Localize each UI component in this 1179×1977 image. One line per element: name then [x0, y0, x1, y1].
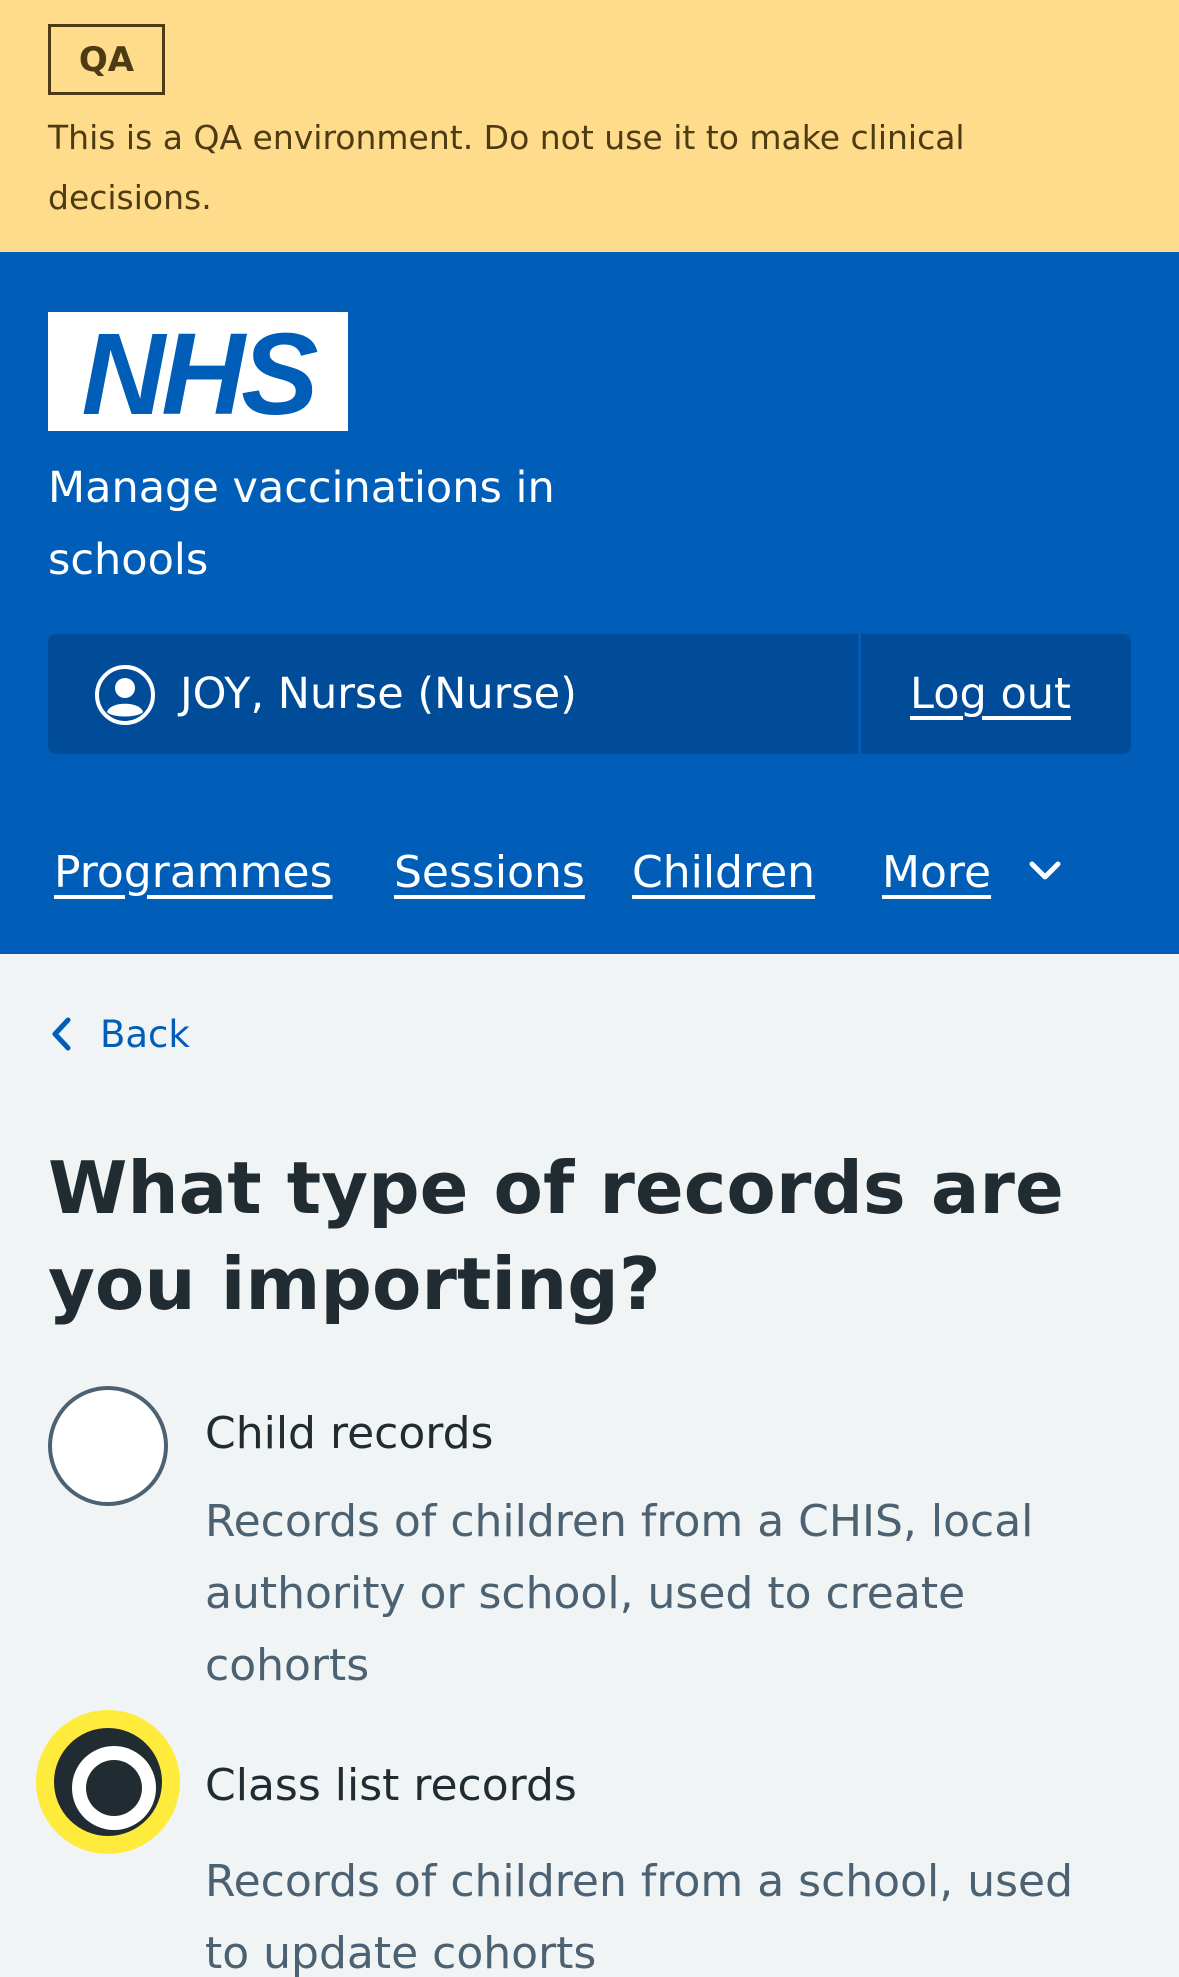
nav-item-children[interactable]: Children — [632, 822, 815, 922]
chevron-down-icon[interactable] — [1026, 852, 1064, 890]
qa-tag: QA — [48, 24, 165, 95]
qa-warning-text: This is a QA environment. Do not use it … — [48, 118, 965, 217]
primary-navigation: Programmes Sessions Children More — [0, 822, 1179, 922]
chevron-left-icon — [52, 1017, 71, 1051]
radio-button-child-records[interactable] — [48, 1386, 168, 1506]
radio-hint: Records of children from a CHIS, local a… — [205, 1496, 1034, 1691]
account-bar: JOY, Nurse (Nurse) Log out — [48, 634, 1131, 754]
user-icon — [95, 665, 155, 725]
site-header: NHS Manage vaccinations in schools JOY, … — [0, 252, 1179, 954]
logout-link[interactable]: Log out — [910, 634, 1071, 754]
radio-button-class-list-records[interactable] — [54, 1728, 162, 1836]
radio-label[interactable]: Class list records — [205, 1760, 577, 1811]
back-link-label: Back — [100, 1012, 190, 1056]
account-user: JOY, Nurse (Nurse) — [48, 634, 858, 754]
service-name[interactable]: Manage vaccinations in schools — [48, 452, 668, 596]
nhs-logo-text: NHS — [81, 308, 319, 439]
account-user-name: JOY, Nurse (Nurse) — [180, 669, 577, 719]
radio-label[interactable]: Child records — [205, 1408, 493, 1459]
back-link[interactable]: Back — [48, 1004, 190, 1064]
page-title: What type of records are you importing? — [48, 1146, 1064, 1326]
nav-item-programmes[interactable]: Programmes — [54, 822, 333, 922]
nhs-logo[interactable]: NHS — [48, 308, 348, 439]
nav-item-more[interactable]: More — [882, 822, 991, 922]
account-divider — [858, 634, 861, 754]
radio-selected-dot — [86, 1760, 142, 1816]
nav-item-sessions[interactable]: Sessions — [394, 822, 585, 922]
radio-hint: Records of children from a school, used … — [205, 1856, 1074, 1977]
qa-environment-banner: QA This is a QA environment. Do not use … — [0, 0, 1179, 252]
